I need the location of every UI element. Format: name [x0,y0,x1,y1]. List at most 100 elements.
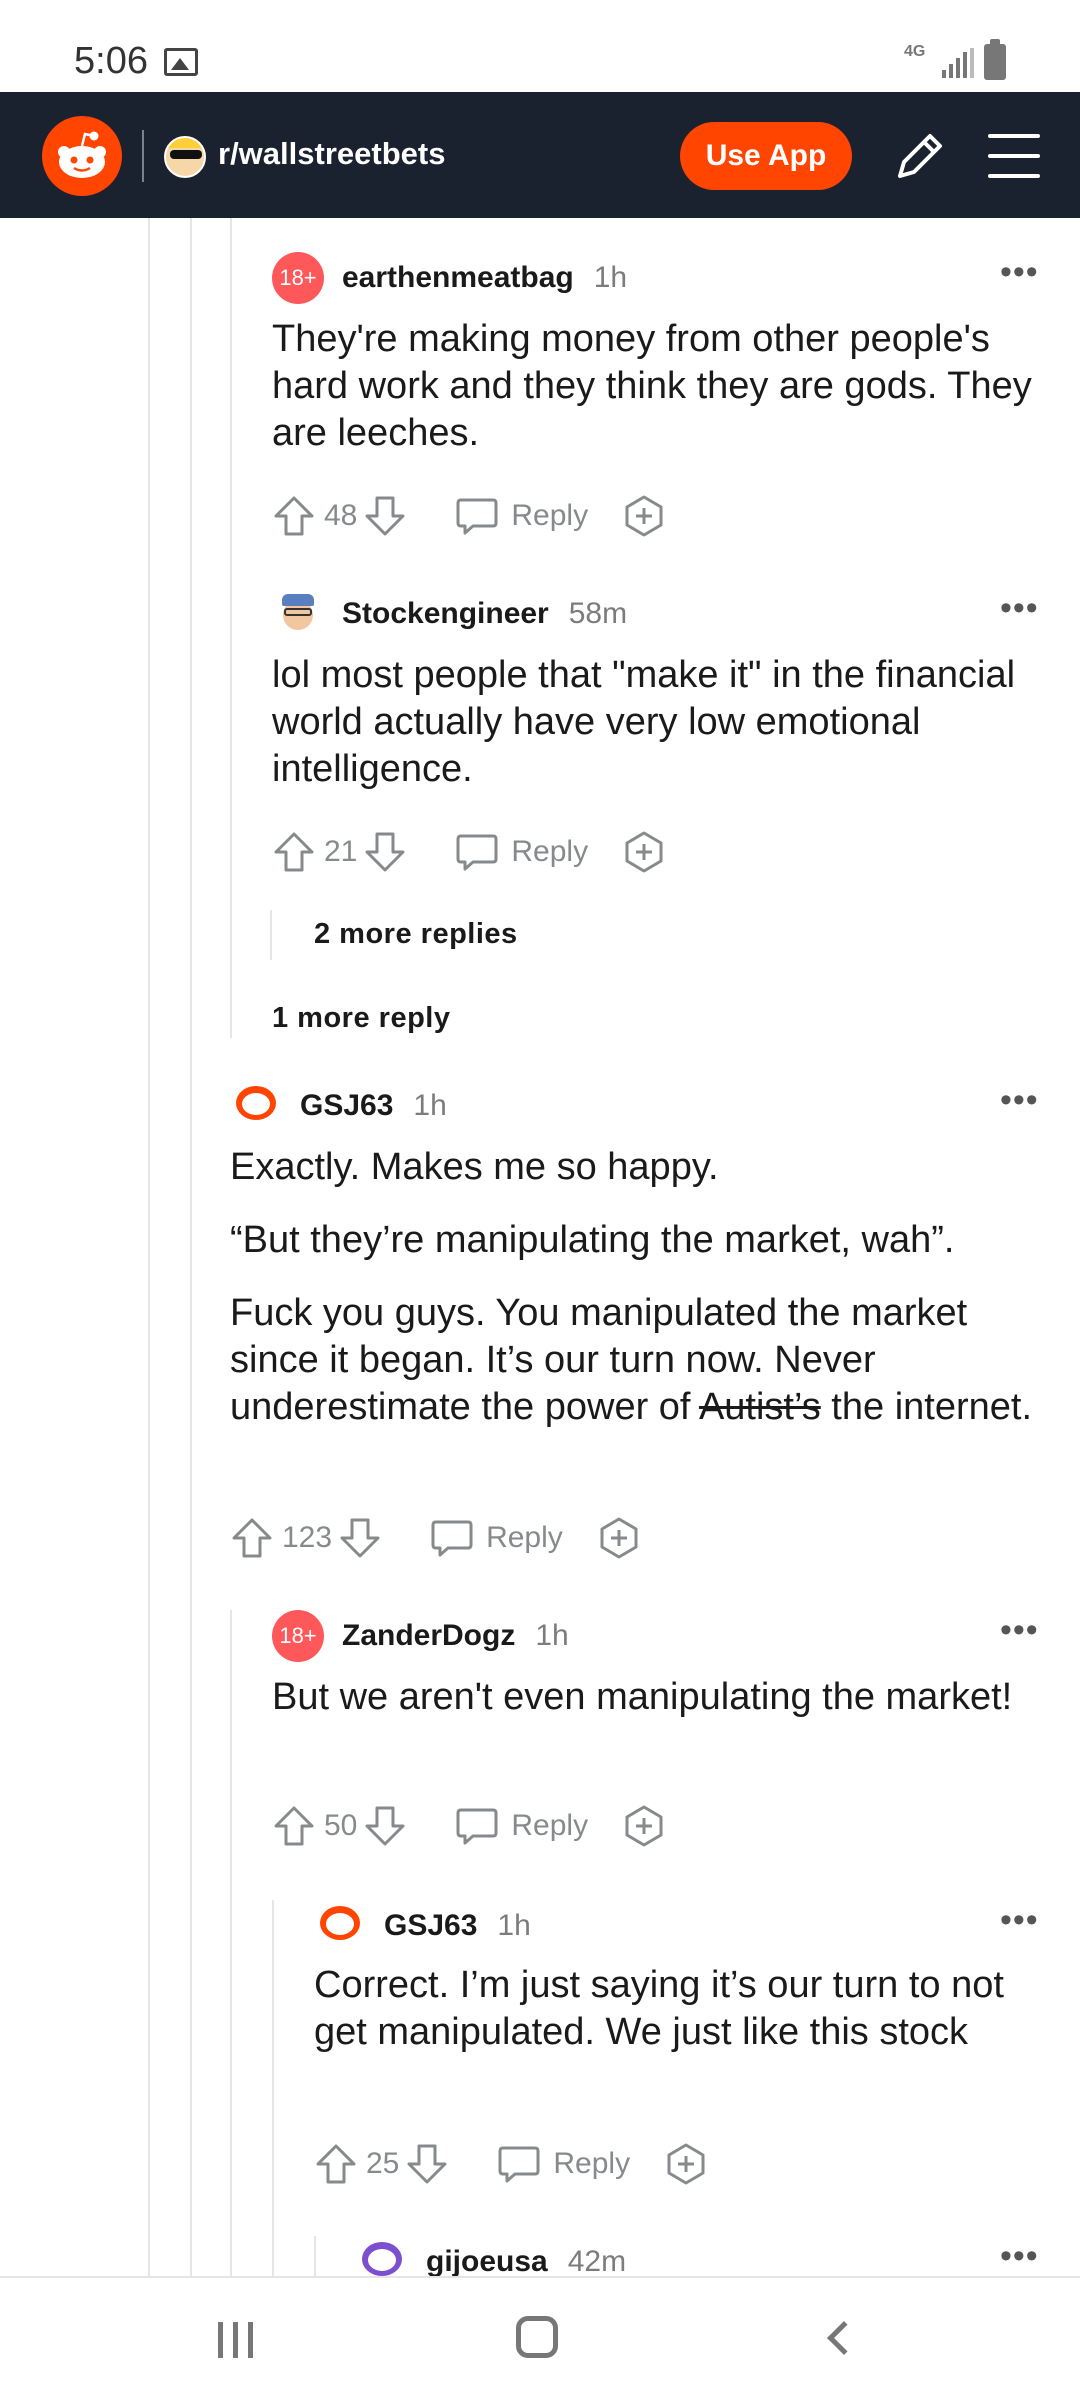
username[interactable]: ZanderDogz [342,1619,515,1653]
comment-body: lol most people that "make it" in the fi… [272,652,1052,793]
app-header: r/wallstreetbets Use App [0,92,1080,218]
reply-icon [498,2146,540,2183]
system-nav-bar [0,2276,1080,2400]
username[interactable]: GSJ63 [384,1909,477,1943]
comment-text: “But they’re manipulating the market, wa… [230,1219,955,1261]
comment-meta: 18+ ZanderDogz 1h [272,1610,569,1662]
image-icon [164,48,198,76]
comment-text: Exactly. Makes me so happy. [230,1146,719,1188]
thread-line[interactable] [230,218,232,1038]
award-icon[interactable] [664,2142,708,2186]
award-icon[interactable] [597,1516,641,1560]
comment-body: But we aren't even manipulating the mark… [272,1674,1052,1721]
username[interactable]: GSJ63 [300,1089,393,1123]
comment-body: Exactly. Makes me so happy. “But they’re… [230,1144,1050,1431]
user-avatar[interactable] [314,1900,366,1952]
comment-meta: Stockengineer 58m [272,588,627,640]
comment-text: lol most people that "make it" in the fi… [272,654,1016,790]
network-type: 4G [904,43,926,60]
more-options-icon[interactable]: ••• [1000,1083,1039,1117]
comment-age: 1h [593,261,628,294]
menu-icon[interactable] [986,130,1042,182]
award-icon[interactable] [622,1804,666,1848]
reply-button[interactable]: Reply [455,1806,588,1846]
header-divider [142,130,144,182]
status-bar: 5:06 4G [0,0,1080,92]
comment-meta: 18+ earthenmeatbag 1h [272,252,627,304]
reply-button[interactable]: Reply [430,1518,563,1558]
more-options-icon[interactable]: ••• [1000,591,1039,625]
home-icon[interactable] [516,2316,558,2358]
more-options-icon[interactable]: ••• [1000,1613,1039,1647]
more-options-icon[interactable]: ••• [1000,1903,1039,1937]
upvote-icon[interactable] [314,2142,358,2186]
username[interactable]: earthenmeatbag [342,261,574,295]
comment-actions: 25 Reply [314,2138,708,2190]
award-icon[interactable] [622,830,666,874]
reply-label: Reply [511,499,589,532]
thread-line[interactable] [272,1900,274,2276]
nsfw-avatar[interactable]: 18+ [272,1610,324,1662]
status-time: 5:06 [74,40,148,82]
nsfw-avatar[interactable]: 18+ [272,252,324,304]
subreddit-avatar[interactable] [164,136,206,178]
reply-button[interactable]: Reply [497,2144,630,2184]
battery-icon [984,39,1006,80]
more-options-icon[interactable]: ••• [1000,255,1039,289]
reply-icon [456,1808,498,1845]
comment-body: Correct. I’m just saying it’s our turn t… [314,1962,1034,2056]
recent-apps-icon[interactable] [218,2322,254,2358]
comment-text: But we aren't even manipulating the mark… [272,1676,1013,1718]
thread-line[interactable] [148,218,150,2276]
downvote-icon[interactable] [338,1516,382,1560]
upvote-icon[interactable] [272,1804,316,1848]
award-icon[interactable] [622,494,666,538]
downvote-icon[interactable] [363,1804,407,1848]
more-replies-link[interactable]: 1 more reply [272,1002,450,1035]
reply-label: Reply [511,1809,589,1842]
comment-age: 1h [497,1909,531,1942]
upvote-icon[interactable] [230,1516,274,1560]
vote-count: 48 [324,499,358,532]
thread-line[interactable] [314,2236,316,2276]
reply-icon [456,834,498,871]
subreddit-name[interactable]: r/wallstreetbets [218,136,445,172]
comment-age: 58m [568,597,628,630]
comment-actions: 123 Reply [230,1512,641,1564]
upvote-icon[interactable] [272,494,316,538]
downvote-icon[interactable] [405,2142,449,2186]
downvote-icon[interactable] [363,830,407,874]
thread-line[interactable] [270,910,272,960]
thread-line[interactable] [190,218,192,2276]
comment-text-part: the internet. [820,1386,1032,1428]
thread-line[interactable] [230,1610,232,2276]
comment-age: 1h [413,1089,447,1122]
reply-icon [456,498,498,535]
more-options-icon[interactable]: ••• [1000,2239,1039,2273]
use-app-button[interactable]: Use App [680,122,852,190]
strikethrough-text: Autist’s [698,1386,821,1428]
downvote-icon[interactable] [363,494,407,538]
comment-text: Fuck you guys. You manipulated the marke… [230,1290,1050,1431]
reply-label: Reply [511,835,589,868]
user-avatar[interactable] [272,588,324,640]
comment-meta: GSJ63 1h [314,1900,531,1952]
reply-label: Reply [486,1521,563,1554]
username[interactable]: Stockengineer [342,597,549,631]
back-icon[interactable] [827,2321,861,2355]
user-avatar[interactable] [230,1080,282,1132]
comment-age: 1h [535,1619,569,1652]
reply-icon [431,1520,473,1557]
reply-button[interactable]: Reply [455,832,588,872]
comment-actions: 21 Reply [272,826,666,878]
reddit-logo-icon[interactable] [42,116,122,196]
username[interactable]: gijoeusa [426,2245,548,2279]
upvote-icon[interactable] [272,830,316,874]
reply-button[interactable]: Reply [455,496,588,536]
pencil-icon[interactable] [890,126,950,186]
reply-label: Reply [553,2147,631,2180]
vote-count: 25 [366,2147,400,2180]
more-replies-link[interactable]: 2 more replies [314,918,518,951]
comment-meta: GSJ63 1h [230,1080,447,1132]
comment-age: 42m [567,2245,627,2278]
